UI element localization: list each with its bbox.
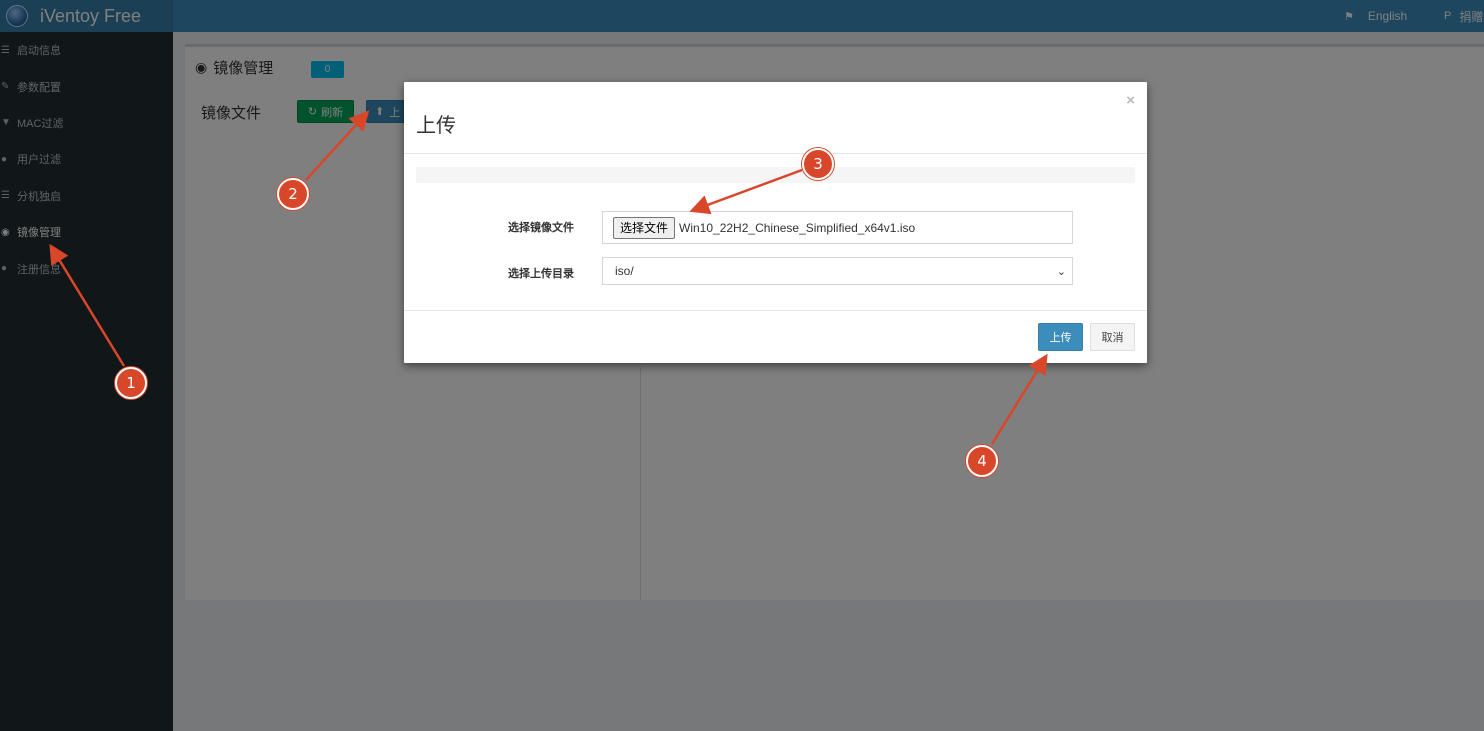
step-marker-2: 2 <box>277 178 309 210</box>
arrow-4 <box>990 353 1048 445</box>
step-marker-4: 4 <box>966 445 998 477</box>
arrow-1 <box>49 243 126 367</box>
arrow-2 <box>305 110 370 181</box>
step-marker-3: 3 <box>802 148 834 180</box>
step-marker-1: 1 <box>115 367 147 399</box>
arrow-3 <box>689 168 803 215</box>
annotation-arrows <box>49 110 1048 445</box>
